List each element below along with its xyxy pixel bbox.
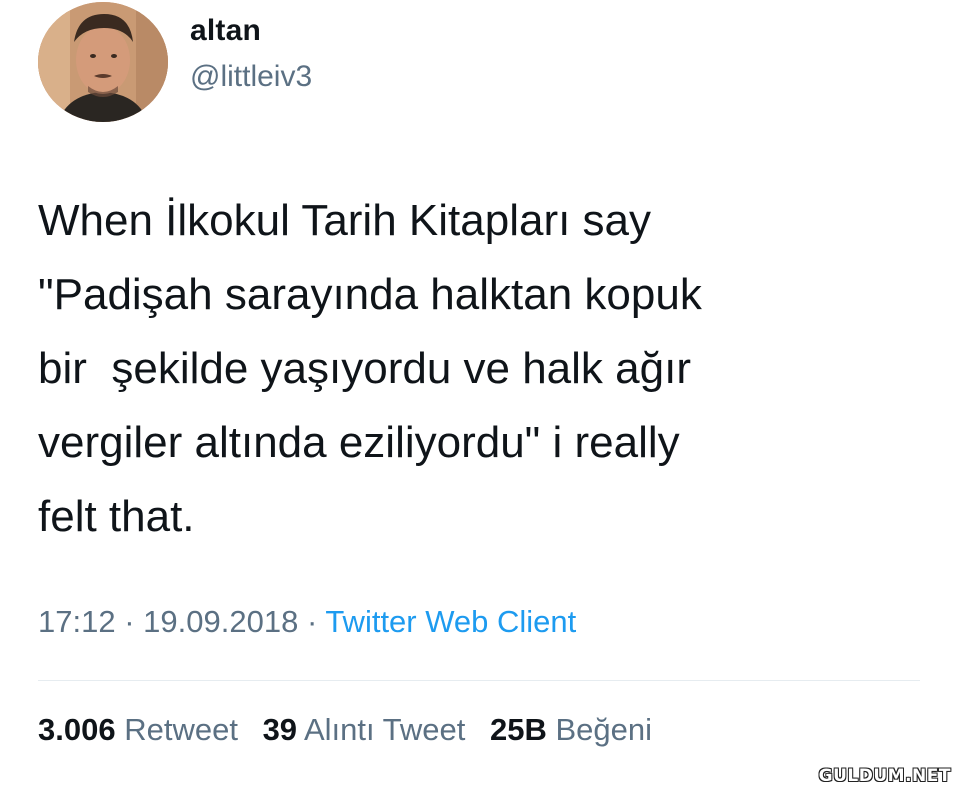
tweet-source-link[interactable]: Twitter Web Client [325,604,576,639]
meta-separator: · [306,604,318,639]
tweet-line: vergiler altında eziliyordu" i really [38,418,680,467]
tweet-card: altan @littleiv3 When İlkokul Tarih Kita… [0,0,959,790]
retweet-label: Retweet [124,712,238,747]
tweet-line: felt that. [38,492,195,541]
avatar-photo-icon [38,2,168,122]
tweet-time[interactable]: 17:12 [38,604,116,639]
tweet-line: When İlkokul Tarih Kitapları say [38,196,652,245]
divider [38,680,920,681]
retweet-count: 3.006 [38,712,116,747]
quote-count: 39 [262,712,298,747]
tweet-text: When İlkokul Tarih Kitapları say "Padişah… [38,184,928,554]
tweet-line: bir şekilde yaşıyordu ve halk ağır [38,344,691,393]
tweet-date[interactable]: 19.09.2018 [143,604,298,639]
tweet-line: "Padişah sarayında halktan kopuk [38,270,702,319]
tweet-meta: 17:12 · 19.09.2018 · Twitter Web Client [38,604,576,640]
meta-separator: · [124,604,135,639]
author-name[interactable]: altan [190,14,261,48]
tweet-stats: 3.006 Retweet 39 Alıntı Tweet 25B Beğeni [38,712,652,748]
watermark: GULDUM.NET [818,766,951,786]
author-handle[interactable]: @littleiv3 [190,60,312,94]
like-stat[interactable]: 25B Beğeni [490,712,652,747]
quote-stat[interactable]: 39 Alıntı Tweet [263,712,466,747]
like-label: Beğeni [555,712,653,747]
retweet-stat[interactable]: 3.006 Retweet [38,712,238,747]
like-count: 25B [489,712,547,747]
avatar[interactable] [38,2,168,122]
quote-label: Alıntı Tweet [303,712,466,747]
